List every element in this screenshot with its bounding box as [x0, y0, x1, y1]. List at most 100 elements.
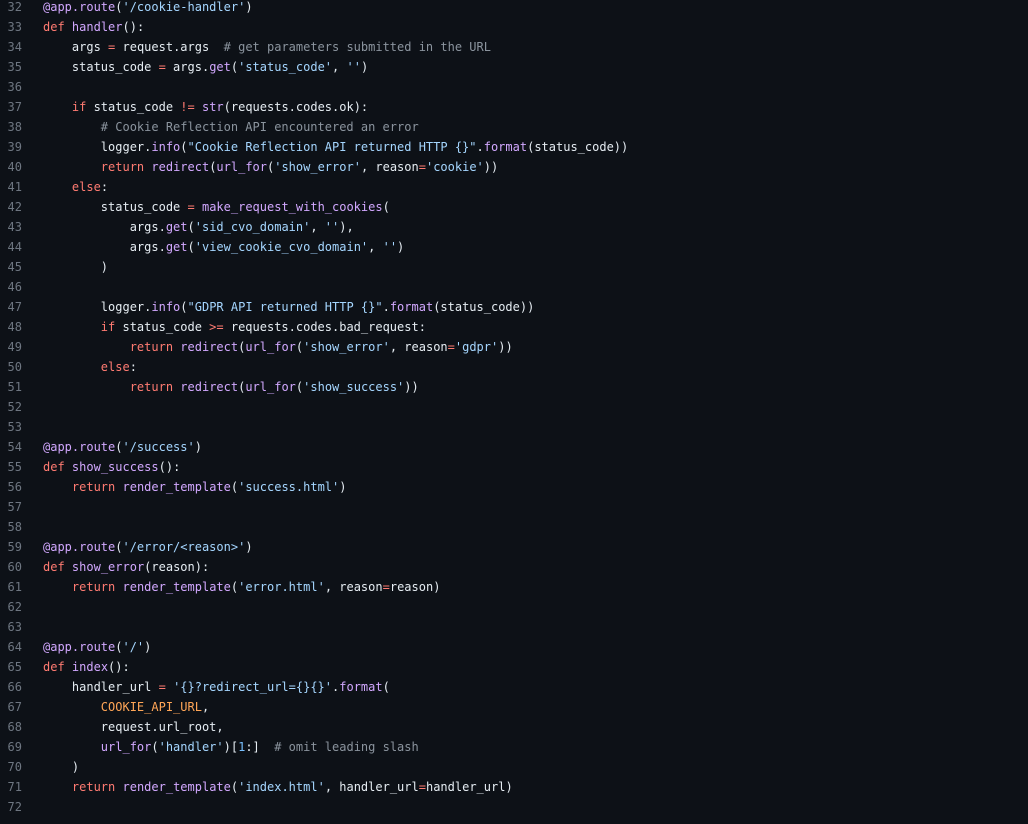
code-line[interactable]: 68 request.url_root,	[0, 717, 1028, 737]
line-number[interactable]: 71	[0, 777, 22, 797]
line-number[interactable]: 37	[0, 97, 22, 117]
code-line[interactable]: 62	[0, 597, 1028, 617]
code-line[interactable]: 65 def index():	[0, 657, 1028, 677]
code-token: args	[43, 40, 109, 54]
function-token: url_for	[245, 380, 296, 394]
line-number[interactable]: 55	[0, 457, 22, 477]
code-line[interactable]: 34 args = request.args # get parameters …	[0, 37, 1028, 57]
code-line[interactable]: 48 if status_code >= requests.codes.bad_…	[0, 317, 1028, 337]
code-line[interactable]: 56 return render_template('success.html'…	[0, 477, 1028, 497]
line-number[interactable]: 70	[0, 757, 22, 777]
line-number[interactable]: 44	[0, 237, 22, 257]
keyword-token: return	[71, 780, 116, 794]
code-line[interactable]: 33 def handler():	[0, 17, 1028, 37]
code-token: args.	[43, 220, 166, 234]
line-number[interactable]: 36	[0, 77, 22, 97]
code-line[interactable]: 50 else:	[0, 357, 1028, 377]
line-number[interactable]: 63	[0, 617, 22, 637]
code-token: status_code	[43, 60, 159, 74]
code-line[interactable]: 38 # Cookie Reflection API encountered a…	[0, 117, 1028, 137]
line-number[interactable]: 61	[0, 577, 22, 597]
string-token: "Cookie Reflection API returned HTTP {}"	[187, 140, 477, 154]
code-line[interactable]: 64 @app.route('/')	[0, 637, 1028, 657]
line-number[interactable]: 39	[0, 137, 22, 157]
code-line[interactable]: 57	[0, 497, 1028, 517]
line-number[interactable]: 41	[0, 177, 22, 197]
line-number[interactable]: 62	[0, 597, 22, 617]
code-line[interactable]: 44 args.get('view_cookie_cvo_domain', ''…	[0, 237, 1028, 257]
line-number[interactable]: 47	[0, 297, 22, 317]
line-number[interactable]: 69	[0, 737, 22, 757]
code-line[interactable]: 42 status_code = make_request_with_cooki…	[0, 197, 1028, 217]
operator-token: >=	[209, 320, 224, 334]
line-number[interactable]: 58	[0, 517, 22, 537]
string-token: 'gdpr'	[454, 340, 499, 354]
line-number[interactable]: 45	[0, 257, 22, 277]
code-line[interactable]: 39 logger.info("Cookie Reflection API re…	[0, 137, 1028, 157]
line-number[interactable]: 48	[0, 317, 22, 337]
function-token: format	[389, 300, 434, 314]
code-line[interactable]: 51 return redirect(url_for('show_success…	[0, 377, 1028, 397]
line-number[interactable]: 46	[0, 277, 22, 297]
line-number[interactable]: 54	[0, 437, 22, 457]
code-line[interactable]: 72	[0, 797, 1028, 817]
line-number[interactable]: 32	[0, 0, 22, 17]
line-number[interactable]: 66	[0, 677, 22, 697]
code-line[interactable]: 49 return redirect(url_for('show_error',…	[0, 337, 1028, 357]
code-line[interactable]: 63	[0, 617, 1028, 637]
code-content	[22, 397, 1028, 417]
code-line[interactable]: 61 return render_template('error.html', …	[0, 577, 1028, 597]
line-number[interactable]: 49	[0, 337, 22, 357]
code-line[interactable]: 36	[0, 77, 1028, 97]
code-line[interactable]: 41 else:	[0, 177, 1028, 197]
line-number[interactable]: 53	[0, 417, 22, 437]
comment-token: # get parameters submitted in the URL	[223, 40, 491, 54]
line-number[interactable]: 43	[0, 217, 22, 237]
line-number[interactable]: 67	[0, 697, 22, 717]
code-line[interactable]: 58	[0, 517, 1028, 537]
code-line[interactable]: 67 COOKIE_API_URL,	[0, 697, 1028, 717]
line-number[interactable]: 42	[0, 197, 22, 217]
string-token: 'handler'	[158, 740, 224, 754]
line-number[interactable]: 57	[0, 497, 22, 517]
code-line[interactable]: 71 return render_template('index.html', …	[0, 777, 1028, 797]
code-line[interactable]: 70 )	[0, 757, 1028, 777]
function-token: @app.route	[43, 640, 116, 654]
code-line[interactable]: 46	[0, 277, 1028, 297]
code-line[interactable]: 53	[0, 417, 1028, 437]
code-line[interactable]: 54 @app.route('/success')	[0, 437, 1028, 457]
function-token: handler	[71, 20, 123, 34]
line-number[interactable]: 51	[0, 377, 22, 397]
code-line[interactable]: 43 args.get('sid_cvo_domain', ''),	[0, 217, 1028, 237]
code-line[interactable]: 47 logger.info("GDPR API returned HTTP {…	[0, 297, 1028, 317]
line-number[interactable]: 35	[0, 57, 22, 77]
line-number[interactable]: 59	[0, 537, 22, 557]
code-line[interactable]: 32 @app.route('/cookie-handler')	[0, 0, 1028, 17]
code-token: (	[180, 300, 188, 314]
line-number[interactable]: 60	[0, 557, 22, 577]
code-line[interactable]: 35 status_code = args.get('status_code',…	[0, 57, 1028, 77]
code-token: )	[360, 60, 369, 74]
line-number[interactable]: 34	[0, 37, 22, 57]
code-line[interactable]: 52	[0, 397, 1028, 417]
code-line[interactable]: 59 @app.route('/error/<reason>')	[0, 537, 1028, 557]
line-number[interactable]: 56	[0, 477, 22, 497]
code-line[interactable]: 40 return redirect(url_for('show_error',…	[0, 157, 1028, 177]
line-number[interactable]: 40	[0, 157, 22, 177]
line-number[interactable]: 50	[0, 357, 22, 377]
line-number[interactable]: 68	[0, 717, 22, 737]
line-number[interactable]: 33	[0, 17, 22, 37]
line-number[interactable]: 52	[0, 397, 22, 417]
line-number[interactable]: 38	[0, 117, 22, 137]
code-editor[interactable]: 32 @app.route('/cookie-handler') 33 def han…	[0, 0, 1028, 817]
line-number[interactable]: 64	[0, 637, 22, 657]
code-line[interactable]: 55 def show_success():	[0, 457, 1028, 477]
line-number[interactable]: 72	[0, 797, 22, 817]
code-line[interactable]: 66 handler_url = '{}?redirect_url={}{}'.…	[0, 677, 1028, 697]
line-number[interactable]: 65	[0, 657, 22, 677]
code-line[interactable]: 45 )	[0, 257, 1028, 277]
code-line[interactable]: 69 url_for('handler')[1:] # omit leading…	[0, 737, 1028, 757]
code-line[interactable]: 37 if status_code != str(requests.codes.…	[0, 97, 1028, 117]
code-line[interactable]: 60 def show_error(reason):	[0, 557, 1028, 577]
